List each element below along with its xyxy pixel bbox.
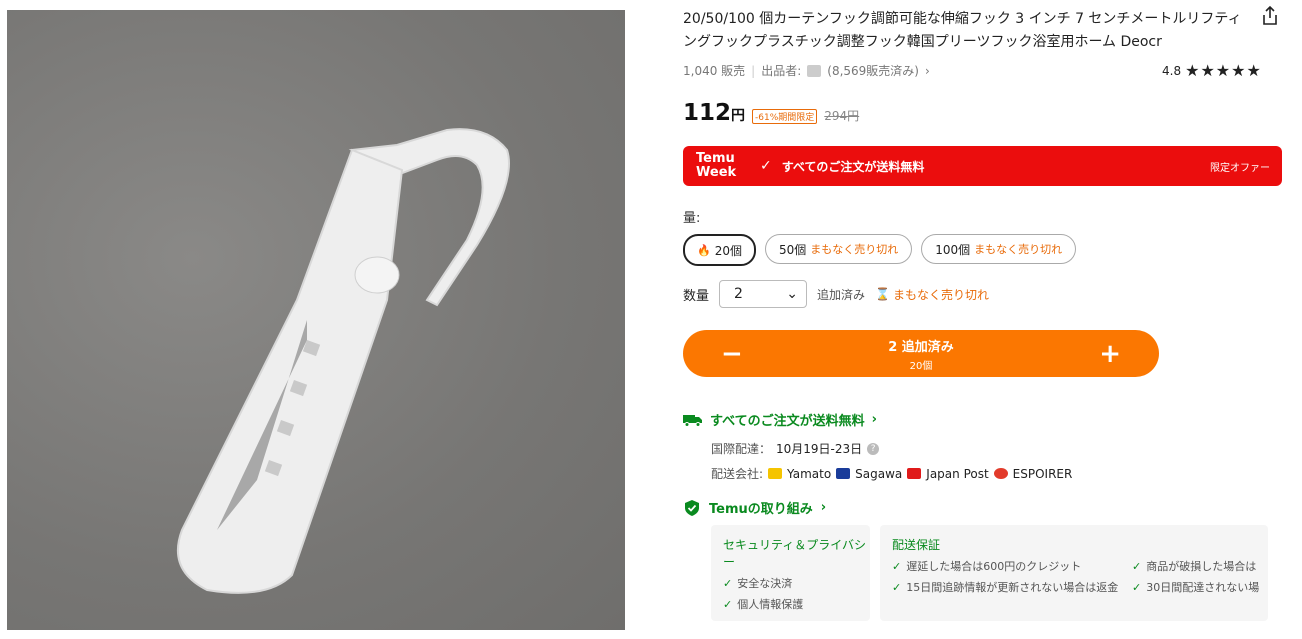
- espoirer-logo-icon: [993, 468, 1008, 479]
- rating-value: 4.8: [1162, 63, 1182, 78]
- flame-icon: 🔥: [697, 243, 711, 257]
- variant-option-100[interactable]: 100個 まもなく売り切れ: [921, 234, 1077, 264]
- check-icon: ✓: [892, 581, 902, 594]
- seller-sales[interactable]: (8,569販売済み): [827, 62, 919, 79]
- cart-variant-label: 20個: [909, 360, 933, 372]
- free-shipping-link[interactable]: すべてのご注文が送料無料 ›: [683, 410, 877, 429]
- sold-count: 1,040 販売: [683, 64, 746, 78]
- check-icon: ✓: [1132, 560, 1142, 573]
- quantity-select[interactable]: 2 ⌄: [719, 280, 808, 308]
- check-icon: ✓: [760, 158, 772, 174]
- price-row: 112円 -61%期間限定 294円: [683, 100, 859, 126]
- security-box[interactable]: セキュリティ＆プライバシー ✓ 安全な決済 ✓ 個人情報保護: [711, 525, 870, 621]
- cart-count-label: 2 追加済み: [888, 339, 954, 355]
- increase-quantity-button[interactable]: +: [1099, 339, 1121, 369]
- curtain-hook-picture: [177, 128, 510, 594]
- sold-out-soon: ⌛ まもなく売り切れ: [875, 287, 989, 302]
- variant-option-20[interactable]: 🔥 20個: [683, 234, 756, 266]
- truck-icon: [683, 414, 702, 427]
- guarantee-item: ✓ 遅延した場合は600円のクレジット: [892, 560, 1082, 573]
- shield-icon: [685, 499, 699, 516]
- check-icon: ✓: [723, 577, 733, 590]
- original-price: 294円: [824, 109, 860, 123]
- security-item: ✓ 安全な決済: [723, 577, 793, 590]
- delivery-guarantee-box[interactable]: 配送保証 ✓ 遅延した場合は600円のクレジット ✓ 15日間追跡情報が更新されない…: [880, 525, 1268, 621]
- chevron-down-icon: ⌄: [786, 286, 799, 302]
- check-icon: ✓: [1132, 581, 1142, 594]
- carriers: 配送会社: Yamato Sagawa Japan Post ESPOIRER: [711, 466, 1073, 482]
- quantity-row: 数量 2 ⌄ 追加済み ⌛ まもなく売り切れ: [683, 280, 989, 308]
- chevron-right-icon: ›: [820, 500, 827, 515]
- yamato-logo-icon: [768, 468, 783, 479]
- add-to-cart-button[interactable]: − 2 追加済み 20個 +: [683, 330, 1159, 377]
- security-item: ✓ 個人情報保護: [723, 598, 804, 611]
- share-icon[interactable]: [1258, 4, 1282, 28]
- sales-meta: 1,040 販売 | 出品者: (8,569販売済み) ›: [683, 62, 930, 79]
- variant-label: 量:: [683, 211, 701, 226]
- rating[interactable]: 4.8 ★★★★★: [1162, 61, 1262, 80]
- temu-week-banner[interactable]: Temu Week ✓ すべてのご注文が送料無料 限定オファー: [683, 146, 1282, 186]
- product-image[interactable]: [7, 10, 625, 630]
- variant-options: 🔥 20個 50個 まもなく売り切れ 100個 まもなく売り切れ: [683, 234, 1077, 266]
- guarantee-item: ✓ 商品が破損した場合は: [1132, 560, 1257, 573]
- added-label: 追加済み: [817, 287, 866, 302]
- seller-logo-icon[interactable]: [807, 64, 822, 77]
- star-rating-icon: ★★★★★: [1185, 61, 1262, 80]
- guarantee-item: ✓ 30日間配達されない場: [1132, 581, 1260, 594]
- check-icon: ✓: [723, 598, 733, 611]
- chevron-right-icon: ›: [871, 412, 877, 427]
- seller-label: 出品者:: [761, 64, 802, 78]
- japan-post-logo-icon: [907, 468, 922, 479]
- discount-badge: -61%期間限定: [752, 109, 818, 124]
- help-icon[interactable]: ?: [867, 442, 880, 455]
- divider: |: [751, 63, 756, 78]
- product-title: 20/50/100 個カーテンフック調節可能な伸縮フック 3 インチ 7 センチ…: [683, 11, 1242, 50]
- check-icon: ✓: [892, 560, 902, 573]
- variant-option-50[interactable]: 50個 まもなく売り切れ: [764, 234, 913, 264]
- banner-text: すべてのご注文が送料無料: [781, 159, 925, 174]
- limited-offer-label: 限定オファー: [1210, 162, 1270, 174]
- sagawa-logo-icon: [836, 468, 851, 479]
- delivery-guarantee-title: 配送保証: [892, 538, 941, 552]
- temu-commitment-link[interactable]: Temuの取り組み ›: [683, 498, 826, 517]
- quantity-label: 数量: [683, 288, 710, 304]
- decrease-quantity-button[interactable]: −: [721, 339, 743, 369]
- chevron-right-icon[interactable]: ›: [925, 64, 930, 78]
- hourglass-icon: ⌛: [875, 287, 890, 301]
- delivery-estimate: 国際配達： 10月19日-23日 ?: [711, 440, 880, 457]
- current-price: 112円: [683, 100, 746, 126]
- security-title: セキュリティ＆プライバシー: [723, 538, 867, 569]
- temu-week-logo: Temu Week: [696, 151, 737, 180]
- guarantee-item: ✓ 15日間追跡情報が更新されない場合は返金: [892, 581, 1119, 594]
